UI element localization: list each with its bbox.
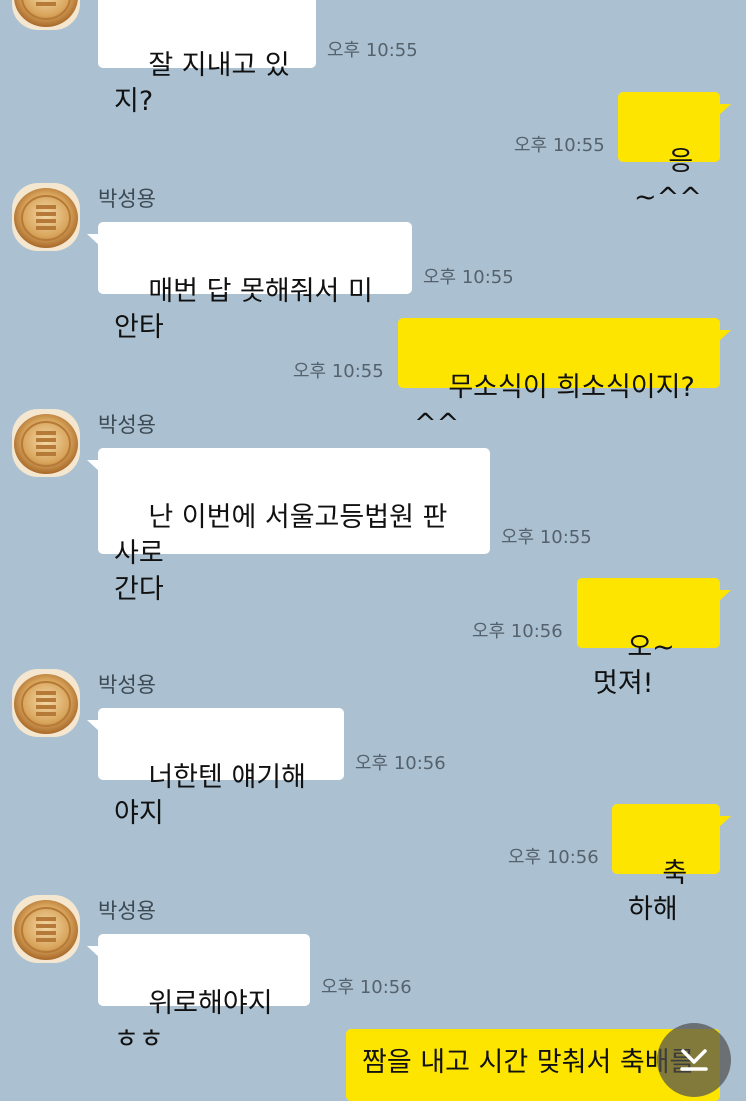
message-timestamp: 오후 10:56 [355, 753, 446, 774]
mooncake-avatar-icon [12, 409, 80, 477]
incoming-message-bubble[interactable]: 난 이번에 서울고등법원 판사로 간다 [87, 448, 490, 605]
message-timestamp: 오후 10:55 [293, 361, 384, 382]
profile-avatar[interactable] [12, 409, 80, 477]
message-timestamp: 오후 10:56 [508, 847, 599, 868]
sender-name: 박성용 [98, 673, 156, 697]
message-text: 오~ 멋져! [593, 632, 684, 699]
incoming-message-bubble[interactable]: 너한텐 얘기해야지 [87, 708, 344, 829]
outgoing-message-bubble[interactable]: 축하해 [612, 804, 731, 925]
message-text: 매번 답 못해줘서 미안타 [114, 276, 373, 343]
message-text: 짬을 내고 시간 맞춰서 축배를 [362, 1047, 695, 1078]
sender-name: 박성용 [98, 413, 156, 437]
message-timestamp: 오후 10:56 [321, 977, 412, 998]
sender-name: 박성용 [98, 187, 156, 211]
message-timestamp: 오후 10:55 [327, 40, 418, 61]
mooncake-avatar-icon [12, 183, 80, 251]
profile-avatar[interactable] [12, 183, 80, 251]
outgoing-message-bubble[interactable]: 무소식이 희소식이지? ^^ [398, 318, 731, 439]
message-timestamp: 오후 10:55 [501, 527, 592, 548]
message-timestamp: 오후 10:55 [423, 267, 514, 288]
outgoing-message-bubble[interactable]: 응~^^ [618, 92, 731, 213]
message-text: 응~^^ [634, 146, 702, 213]
message-text: 너한텐 얘기해야지 [114, 762, 306, 829]
profile-avatar[interactable] [12, 669, 80, 737]
profile-avatar[interactable] [12, 895, 80, 963]
message-text: 축하해 [628, 858, 688, 925]
chevron-down-icon [680, 1049, 708, 1071]
message-timestamp: 오후 10:55 [514, 135, 605, 156]
message-text: 난 이번에 서울고등법원 판사로 간다 [114, 502, 448, 605]
profile-avatar[interactable] [12, 0, 80, 30]
incoming-message-bubble[interactable]: 잘 지내고 있지? [98, 0, 316, 117]
message-text: 위로해야지ㅎㅎ [114, 988, 273, 1055]
mooncake-avatar-icon [12, 895, 80, 963]
message-text: 무소식이 희소식이지? ^^ [414, 372, 704, 439]
sender-name: 박성용 [98, 899, 156, 923]
mooncake-avatar-icon [12, 0, 80, 30]
outgoing-message-bubble[interactable]: 오~ 멋져! [577, 578, 731, 699]
mooncake-avatar-icon [12, 669, 80, 737]
message-timestamp: 오후 10:56 [472, 621, 563, 642]
chat-room[interactable]: 잘 지내고 있지? 오후 10:55 오후 10:55 응~^^ 박성용 매번 … [0, 0, 746, 1101]
message-text: 잘 지내고 있지? [114, 50, 290, 117]
incoming-message-bubble[interactable]: 위로해야지ㅎㅎ [87, 934, 310, 1055]
scroll-to-bottom-button[interactable] [657, 1023, 731, 1097]
incoming-message-bubble[interactable]: 매번 답 못해줘서 미안타 [87, 222, 412, 343]
